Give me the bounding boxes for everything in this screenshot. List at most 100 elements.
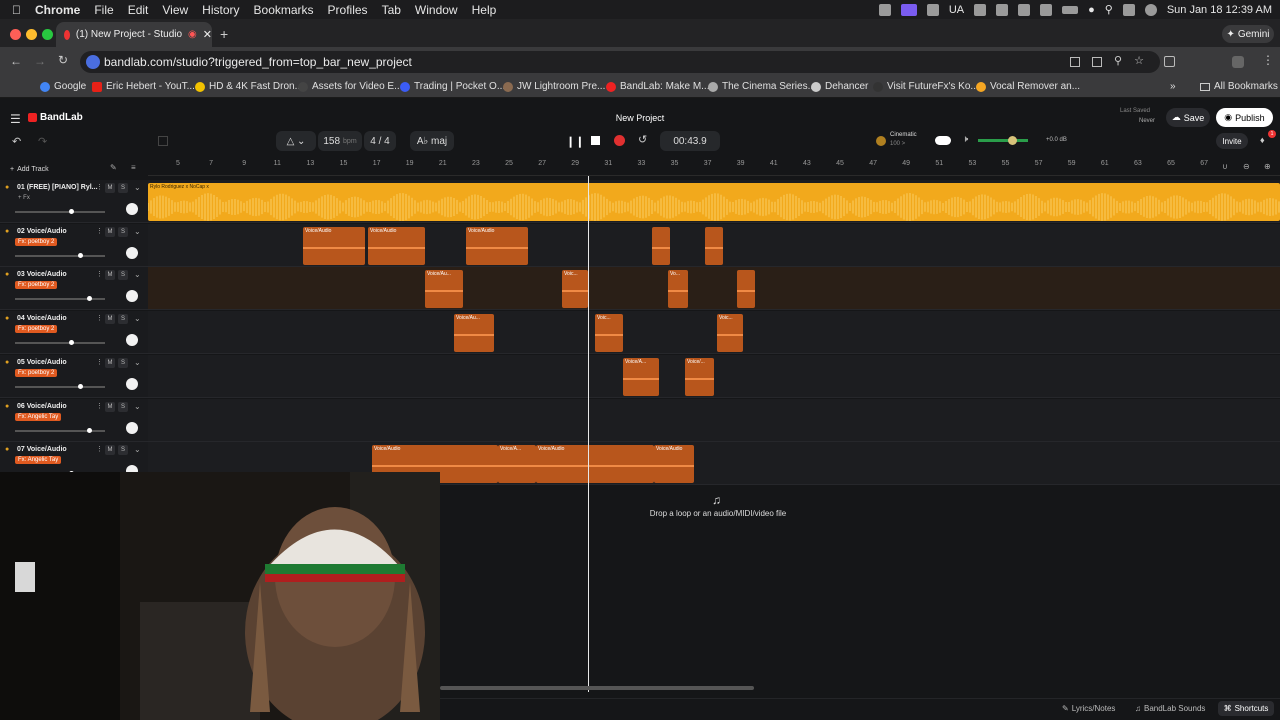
solo-button[interactable]: S (118, 401, 128, 412)
tab-close-icon[interactable]: ✕ (203, 28, 212, 41)
screen-record-icon[interactable] (900, 3, 917, 16)
audio-clip[interactable]: Voic... (717, 314, 743, 353)
apple-icon[interactable]:  (12, 3, 21, 17)
menu-history[interactable]: History (202, 3, 239, 17)
track-menu-icon[interactable]: ⋮ (96, 183, 103, 191)
drop-zone-hint[interactable]: Drop a loop or an audio/MIDI/video file (560, 509, 876, 518)
menu-edit[interactable]: Edit (128, 3, 149, 17)
bookmark-drone[interactable]: HD & 4K Fast Dron... (195, 81, 303, 92)
bandlab-sounds-button[interactable]: ♫ BandLab Sounds (1135, 704, 1205, 713)
playhead[interactable] (588, 176, 589, 692)
master-volume-thumb[interactable] (1008, 136, 1017, 145)
audio-clip[interactable]: Voice/... (685, 357, 714, 396)
audio-clip[interactable]: Vo... (668, 270, 688, 309)
bookmark-assets[interactable]: Assets for Video E... (298, 81, 402, 92)
track-fx-badge[interactable]: Fx: poetboy 2 (15, 368, 58, 377)
expand-chevron-icon[interactable]: ⌄ (134, 445, 141, 454)
expand-chevron-icon[interactable]: ⌄ (134, 358, 141, 367)
gemini-button[interactable]: ✦ Gemini (1222, 25, 1274, 43)
bookmark-star-icon[interactable]: ☆ (1134, 54, 1144, 67)
record-arm-icon[interactable]: ● (5, 228, 9, 235)
audio-clip[interactable]: Voic... (562, 270, 588, 309)
track-fx-badge[interactable]: Fx: Angelic Tay (15, 412, 62, 421)
track-name[interactable]: 02 Voice/Audio (17, 228, 67, 235)
browser-tab-active[interactable]: (1) New Project - Studio ◉ ✕ (56, 22, 212, 47)
new-tab-button[interactable]: + (220, 26, 228, 42)
track-lane[interactable]: Voice/Au... Voic... Vo... (148, 267, 1280, 311)
input-language[interactable]: UA (949, 4, 964, 16)
lyrics-notes-button[interactable]: ✎ Lyrics/Notes (1062, 704, 1115, 713)
hamburger-menu-icon[interactable]: ☰ (10, 112, 21, 126)
solo-button[interactable]: S (118, 445, 128, 456)
mute-button[interactable]: M (105, 401, 115, 412)
bookmark-youtube[interactable]: Eric Hebert - YouT... (92, 81, 195, 92)
record-arm-icon[interactable]: ● (5, 403, 9, 410)
audio-clip[interactable] (652, 226, 670, 265)
menu-profiles[interactable]: Profiles (328, 3, 368, 17)
status-icon[interactable] (926, 3, 939, 16)
track-menu-icon[interactable]: ⋮ (96, 270, 103, 278)
audio-clip[interactable]: Voice/Audio (368, 226, 425, 265)
audio-clip[interactable]: Voice/A... (623, 357, 659, 396)
track-header[interactable]: ● 03 Voice/Audio ⋮ M S ⌄ Fx: poetboy 2 (0, 267, 148, 311)
track-lane[interactable]: Rylo Rodriguez x NoCap x (148, 180, 1280, 223)
record-arm-icon[interactable]: ● (5, 446, 9, 453)
publish-button[interactable]: ◉ Publish (1216, 108, 1273, 127)
expand-chevron-icon[interactable]: ⌄ (134, 183, 141, 192)
track-name[interactable]: 04 Voice/Audio (17, 315, 67, 322)
menu-tab[interactable]: Tab (382, 3, 401, 17)
display-icon[interactable] (996, 3, 1009, 16)
bookmark-cinema[interactable]: The Cinema Series... (708, 81, 816, 92)
pan-knob[interactable] (126, 203, 138, 215)
track-volume-slider[interactable] (15, 296, 105, 302)
track-volume-thumb[interactable] (69, 340, 74, 346)
expand-chevron-icon[interactable]: ⌄ (134, 270, 141, 279)
audio-clip[interactable]: Voic... (595, 314, 623, 353)
bookmark-dehancer[interactable]: Dehancer (811, 81, 868, 92)
track-volume-thumb[interactable] (78, 383, 83, 389)
maximize-window-button[interactable] (42, 29, 53, 40)
track-volume-thumb[interactable] (87, 427, 92, 433)
shortcuts-button[interactable]: ⌘ Shortcuts (1218, 701, 1274, 716)
vpn-icon[interactable] (974, 3, 987, 16)
invite-button[interactable]: Invite (1216, 133, 1248, 149)
solo-button[interactable]: S (118, 183, 128, 193)
audio-clip[interactable]: Rylo Rodriguez x NoCap x (148, 183, 1280, 221)
track-menu-icon[interactable]: ⋮ (96, 358, 103, 366)
stop-button[interactable] (591, 136, 600, 145)
track-menu-icon[interactable]: ⋮ (96, 445, 103, 453)
track-volume-slider[interactable] (15, 252, 105, 258)
track-menu-icon[interactable]: ⋮ (96, 402, 103, 410)
mixer-icon[interactable] (158, 136, 168, 146)
bandlab-logo[interactable]: BandLab (28, 112, 83, 123)
track-header[interactable]: ● 04 Voice/Audio ⋮ M S ⌄ Fx: poetboy 2 (0, 311, 148, 355)
track-volume-thumb[interactable] (69, 209, 74, 214)
zoom-out-icon[interactable]: ⊖ (1243, 162, 1250, 171)
time-signature-field[interactable]: 4 / 4 (364, 131, 396, 151)
track-menu-icon[interactable]: ⋮ (96, 314, 103, 322)
bookmark-kofi[interactable]: Visit FutureFx's Ko... (873, 81, 979, 92)
magnet-icon[interactable]: ∪ (1222, 162, 1228, 171)
share-icon[interactable] (1092, 57, 1102, 67)
redo-icon[interactable]: ↷ (38, 135, 47, 148)
track-lane[interactable]: Voice/Audio Voice/Audio Voice/Audio (148, 223, 1280, 267)
solo-button[interactable]: S (118, 270, 128, 281)
record-arm-icon[interactable]: ● (5, 315, 9, 322)
reload-icon[interactable]: ↻ (58, 53, 68, 67)
address-bar[interactable]: bandlab.com/studio?triggered_from=top_ba… (80, 51, 1160, 73)
more-bookmarks-icon[interactable]: » (1170, 81, 1176, 92)
bookmark-google[interactable]: Google (40, 81, 86, 92)
track-lane[interactable] (148, 398, 1280, 442)
audio-clip[interactable] (737, 270, 755, 309)
track-fx-badge[interactable]: Fx: Angelic Tay (15, 456, 62, 465)
mute-button[interactable]: M (105, 445, 115, 456)
add-track-button[interactable]: + Add Track (4, 162, 64, 176)
install-icon[interactable] (1070, 57, 1080, 67)
mute-button[interactable]: M (105, 226, 115, 237)
track-lane[interactable]: Voice/Au... Voic... Voic... (148, 311, 1280, 355)
solo-button[interactable]: S (118, 357, 128, 368)
mute-button[interactable]: M (105, 270, 115, 281)
close-window-button[interactable] (10, 29, 21, 40)
menu-kebab-icon[interactable]: ⋮ (1262, 53, 1274, 67)
pan-knob[interactable] (126, 334, 138, 347)
